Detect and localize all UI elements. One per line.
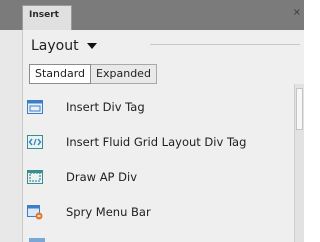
insert-fluid-grid-item[interactable]: Insert Fluid Grid Layout Div Tag [23, 129, 293, 155]
fluid-grid-icon [26, 134, 44, 150]
item-label: Insert Div Tag [66, 100, 145, 114]
tab-insert[interactable]: Insert [22, 5, 72, 30]
header-divider [150, 44, 300, 45]
standard-mode-button[interactable]: Standard [29, 64, 92, 84]
expanded-mode-button[interactable]: Expanded [91, 64, 157, 84]
layout-mode-toggle: Standard Expanded [29, 64, 157, 84]
item-label: Spry Menu Bar [66, 205, 151, 219]
item-label: Insert Fluid Grid Layout Div Tag [66, 135, 247, 149]
category-dropdown[interactable]: Layout [31, 38, 97, 54]
insert-panel: Layout Standard Expanded Insert Div Tag [22, 30, 304, 242]
tab-insert-label: Insert [29, 10, 59, 20]
div-tag-icon [26, 99, 44, 115]
scrollbar-thumb[interactable] [296, 88, 303, 130]
ap-div-icon [26, 169, 44, 185]
partial-next-item-icon [29, 238, 45, 242]
dropdown-caret-icon [86, 43, 97, 49]
item-label: Draw AP Div [66, 170, 138, 184]
panel-tab-bar: Insert × [0, 0, 304, 30]
spry-menu-bar-item[interactable]: Spry Menu Bar [23, 199, 293, 225]
spry-menu-bar-icon [26, 204, 44, 220]
panel-scrollbar[interactable] [294, 84, 304, 242]
panel-close-icon[interactable]: × [293, 8, 301, 18]
insert-items-list: Insert Div Tag Insert Fluid Grid Layout … [23, 94, 293, 225]
draw-ap-div-item[interactable]: Draw AP Div [23, 164, 293, 190]
insert-panel-frame: Insert × Layout Standard Expanded Insert… [0, 0, 304, 242]
category-label: Layout [31, 38, 79, 54]
insert-div-tag-item[interactable]: Insert Div Tag [23, 94, 293, 120]
